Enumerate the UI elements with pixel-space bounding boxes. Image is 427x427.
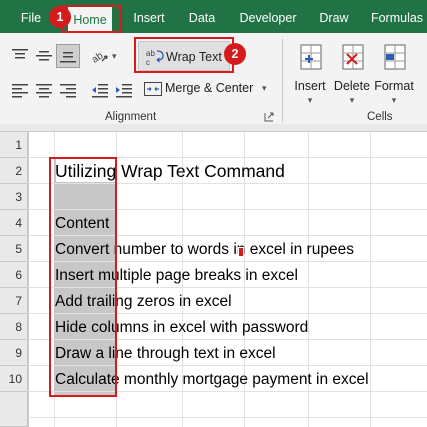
tab-insert[interactable]: Insert: [128, 0, 170, 33]
step-1-badge: 1: [49, 6, 71, 28]
row-header-border: [28, 132, 29, 427]
row-header-9[interactable]: 9: [0, 340, 28, 366]
row-header-3[interactable]: 3: [0, 184, 28, 210]
format-cells-label: Format: [374, 79, 414, 93]
chevron-down-icon: ▾: [307, 95, 313, 105]
bottom-align-icon[interactable]: [56, 44, 80, 68]
increase-indent-icon[interactable]: [114, 81, 134, 99]
text-cursor-marker: [238, 247, 244, 257]
merge-center-icon: [143, 80, 163, 98]
merge-dropdown-icon[interactable]: ▾: [262, 83, 267, 94]
align-center-icon[interactable]: [34, 81, 54, 99]
orientation-icon[interactable]: ab: [90, 47, 110, 65]
middle-align-icon[interactable]: [34, 47, 54, 65]
chevron-down-icon: ▾: [391, 95, 397, 105]
svg-text:ab: ab: [90, 50, 106, 65]
decrease-indent-icon[interactable]: [90, 81, 110, 99]
chevron-down-icon[interactable]: ▾: [112, 51, 117, 62]
row-header-6[interactable]: 6: [0, 262, 28, 288]
dialog-launcher-icon[interactable]: [264, 112, 274, 122]
delete-cells-button[interactable]: Delete ▾: [330, 37, 374, 107]
worksheet-grid[interactable]: 1 2 3 4 5 6 7 8 9 10 Utilizing Wrap Text…: [0, 124, 427, 427]
merge-center-label: Merge & Center: [165, 81, 254, 95]
group-separator: [282, 39, 283, 123]
row-header-8[interactable]: 8: [0, 314, 28, 340]
insert-cells-button[interactable]: Insert ▾: [288, 37, 332, 107]
format-cells-button[interactable]: Format ▾: [372, 37, 416, 107]
chevron-down-icon: ▾: [349, 95, 355, 105]
home-tab-highlight: [62, 5, 122, 33]
tab-formulas[interactable]: Formulas: [368, 0, 426, 33]
align-left-icon[interactable]: [10, 81, 30, 99]
row-header-7[interactable]: 7: [0, 288, 28, 314]
insert-cells-label: Insert: [294, 79, 326, 93]
row-header-2[interactable]: 2: [0, 158, 28, 184]
row-header-1[interactable]: 1: [0, 132, 28, 158]
gridline-row: [28, 417, 427, 418]
row-header-5[interactable]: 5: [0, 236, 28, 262]
alignment-group-label: Alignment: [105, 111, 157, 123]
tab-draw[interactable]: Draw: [314, 0, 354, 33]
home-ribbon: ab ▾ ab c Wrap Text 2 Merge & Center ▾ Al…: [0, 33, 427, 128]
merge-center-button[interactable]: Merge & Center: [143, 78, 273, 100]
gridline-col-f: [370, 132, 371, 427]
column-header-bar: [0, 124, 427, 132]
row-header-11[interactable]: [0, 392, 28, 427]
row-header-10[interactable]: 10: [0, 366, 28, 392]
insert-cells-icon: [298, 41, 324, 75]
step-2-badge: 2: [224, 43, 246, 65]
format-cells-icon: [382, 41, 408, 75]
delete-cells-label: Delete: [333, 79, 371, 93]
align-right-icon[interactable]: [58, 81, 78, 99]
top-align-icon[interactable]: [10, 47, 30, 65]
tab-data[interactable]: Data: [184, 0, 220, 33]
wrap-text-highlight: [134, 37, 234, 73]
tab-developer[interactable]: Developer: [236, 0, 300, 33]
tab-file[interactable]: File: [14, 0, 48, 33]
cells-group-label: Cells: [367, 111, 393, 123]
delete-cells-icon: [340, 41, 366, 75]
selection-highlight: [49, 157, 117, 397]
row-header-4[interactable]: 4: [0, 210, 28, 236]
